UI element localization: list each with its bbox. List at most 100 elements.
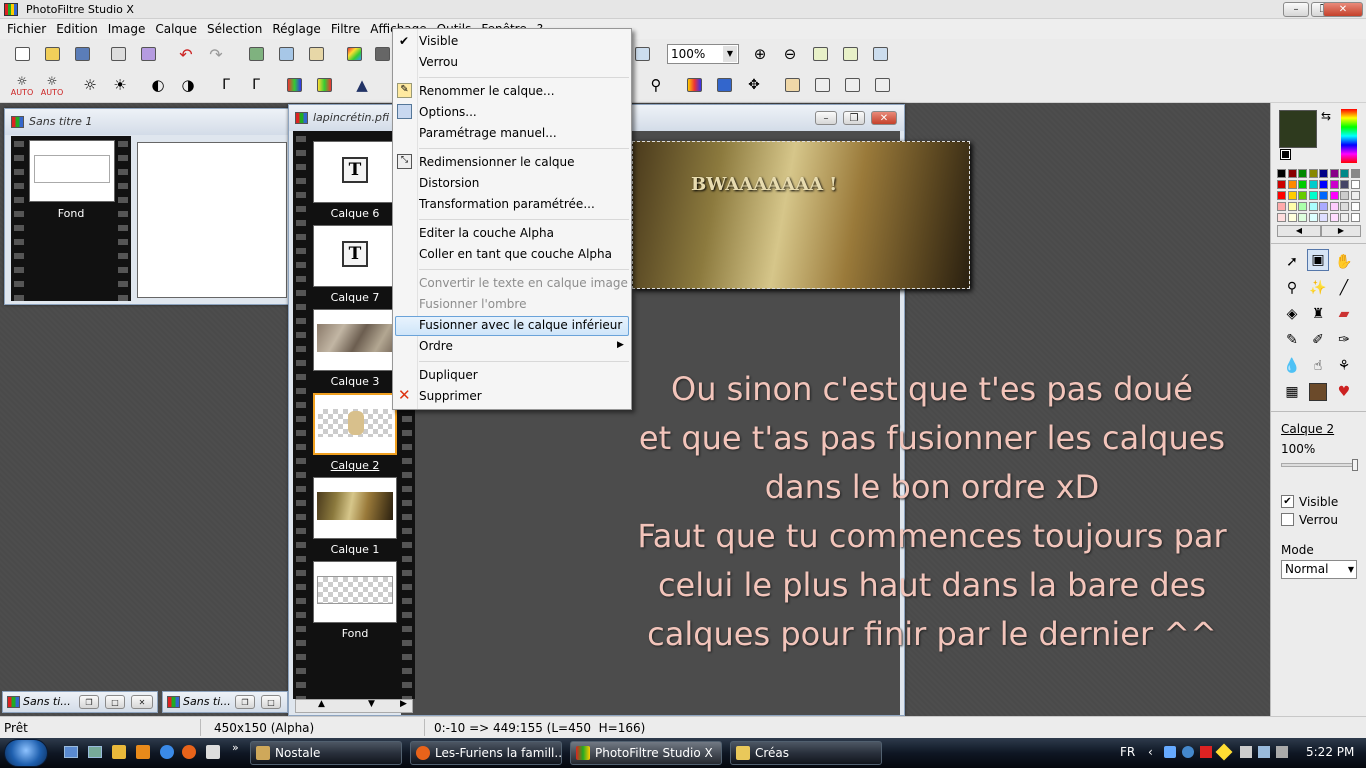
- palette-swatch[interactable]: [1350, 180, 1360, 189]
- menu-item-merge-down[interactable]: Fusionner avec le calque inférieur: [419, 318, 622, 332]
- texture-icon[interactable]: ✥: [742, 74, 766, 96]
- ie-icon[interactable]: [160, 745, 174, 759]
- canvas-image[interactable]: BWAAAAAAA !: [632, 141, 970, 289]
- rotate-right-icon[interactable]: [870, 74, 894, 96]
- layer-label-calque-6[interactable]: Calque 6: [313, 207, 397, 220]
- image-paste-icon[interactable]: [304, 43, 328, 65]
- media-player-icon[interactable]: [136, 745, 150, 759]
- flip-horizontal-icon[interactable]: [780, 74, 804, 96]
- tray-volume-icon[interactable]: [1276, 746, 1288, 758]
- palette-swatch[interactable]: [1287, 213, 1297, 222]
- task-firefox[interactable]: Les-Furiens la famill...: [410, 741, 562, 765]
- maximize-icon[interactable]: □: [261, 695, 281, 709]
- palette-swatch[interactable]: [1298, 169, 1307, 178]
- palette-swatch[interactable]: [1308, 169, 1318, 178]
- menu-item-visible[interactable]: Visible: [419, 34, 458, 48]
- menu-item-rename[interactable]: Renommer le calque...: [419, 84, 555, 98]
- palette-swatch[interactable]: [1329, 202, 1339, 211]
- layer-label-calque-3[interactable]: Calque 3: [313, 375, 397, 388]
- opacity-slider[interactable]: [1281, 459, 1358, 471]
- layer-label-fond[interactable]: Fond: [313, 627, 397, 640]
- window-icon[interactable]: [630, 43, 654, 65]
- blend-mode-select[interactable]: Normal ▼: [1281, 560, 1357, 579]
- scroll-down-icon[interactable]: ▼: [368, 699, 375, 709]
- document-window-sans-titre[interactable]: Sans titre 1 Fond: [4, 108, 290, 305]
- print-icon[interactable]: [106, 43, 130, 65]
- pencil-tool-icon[interactable]: ✎: [1281, 329, 1303, 351]
- start-button[interactable]: [4, 739, 48, 767]
- minimize-button[interactable]: –: [1283, 2, 1309, 17]
- palette-swatch[interactable]: [1340, 202, 1349, 211]
- sharpen-icon[interactable]: ▲: [350, 74, 374, 96]
- palette-swatch[interactable]: [1298, 202, 1307, 211]
- palette-prev-button[interactable]: ◀: [1277, 225, 1321, 237]
- menu-reglage[interactable]: Réglage: [267, 19, 326, 39]
- menu-item-options[interactable]: Options...: [419, 105, 477, 119]
- swap-colors-icon[interactable]: ⇆: [1321, 109, 1331, 123]
- language-indicator[interactable]: FR: [1120, 745, 1135, 759]
- grid-icon[interactable]: [370, 43, 394, 65]
- menu-item-parametric-transform[interactable]: Transformation paramétrée...: [419, 197, 595, 211]
- menu-item-order[interactable]: Ordre: [419, 339, 453, 353]
- image-icon[interactable]: [244, 43, 268, 65]
- layer-label-calque-7[interactable]: Calque 7: [313, 291, 397, 304]
- close-icon[interactable]: ✕: [131, 695, 153, 709]
- palette-swatch[interactable]: [1329, 169, 1339, 178]
- line-tool-icon[interactable]: ╱: [1333, 277, 1355, 299]
- scan-icon[interactable]: [136, 43, 160, 65]
- firefox-icon[interactable]: [182, 745, 196, 759]
- palette-swatch[interactable]: [1287, 180, 1297, 189]
- palette-swatch[interactable]: [1277, 169, 1286, 178]
- tray-network2-icon[interactable]: [1258, 746, 1270, 758]
- menu-item-duplicate[interactable]: Dupliquer: [419, 368, 478, 382]
- palette-swatch[interactable]: [1350, 213, 1360, 222]
- more-icon[interactable]: »: [232, 741, 239, 754]
- hue-bar[interactable]: [1341, 109, 1357, 163]
- palette-swatch[interactable]: [1308, 202, 1318, 211]
- pointer-tool-icon[interactable]: ➚: [1281, 251, 1303, 273]
- menu-image[interactable]: Image: [103, 19, 151, 39]
- actual-size-icon[interactable]: [838, 43, 862, 65]
- layer-label-calque-1[interactable]: Calque 1: [313, 543, 397, 556]
- restore-icon[interactable]: ❐: [79, 695, 99, 709]
- zoom-out-icon[interactable]: ⊖: [778, 43, 802, 65]
- undo-icon[interactable]: ↶: [174, 43, 198, 65]
- palette-swatch[interactable]: [1308, 191, 1318, 200]
- scroll-up-icon[interactable]: ▲: [318, 699, 325, 709]
- palette-next-button[interactable]: ▶: [1321, 225, 1361, 237]
- scroll-right-icon[interactable]: ▶: [400, 699, 407, 709]
- palette-swatch[interactable]: [1308, 213, 1318, 222]
- mail-icon[interactable]: [206, 745, 220, 759]
- palette-swatch[interactable]: [1319, 202, 1328, 211]
- close-button[interactable]: ✕: [1323, 2, 1363, 17]
- open-folder-icon[interactable]: [40, 43, 64, 65]
- quicklaunch-icon[interactable]: [112, 745, 126, 759]
- palette-swatch[interactable]: [1329, 191, 1339, 200]
- menu-calque[interactable]: Calque: [150, 19, 202, 39]
- palette-swatch[interactable]: [1340, 180, 1349, 189]
- visible-checkbox[interactable]: ✔: [1281, 495, 1294, 508]
- auto-contrast-button[interactable]: ☼ AUTO: [40, 74, 64, 97]
- palette-swatch[interactable]: [1350, 169, 1360, 178]
- palette-swatch[interactable]: [1277, 180, 1286, 189]
- palette-swatch[interactable]: [1319, 169, 1328, 178]
- palette-swatch[interactable]: [1319, 213, 1328, 222]
- foreground-color-swatch[interactable]: [1279, 110, 1317, 148]
- palette-swatch[interactable]: [1319, 191, 1328, 200]
- palette-swatch[interactable]: [1308, 180, 1318, 189]
- brightness-down-icon[interactable]: ☼: [78, 74, 102, 96]
- portrait-tool-icon[interactable]: [1309, 383, 1327, 401]
- document-title-bar[interactable]: Sans titre 1: [5, 109, 289, 135]
- menu-edition[interactable]: Edition: [51, 19, 103, 39]
- auto-levels-button[interactable]: ☼ AUTO: [10, 74, 34, 97]
- gamma-down-icon[interactable]: Γ: [214, 74, 238, 96]
- task-nostale[interactable]: Nostale: [250, 741, 402, 765]
- menu-item-resize-layer[interactable]: Redimensionner le calque: [419, 155, 575, 169]
- menu-item-delete[interactable]: Supprimer: [419, 389, 482, 403]
- layer-label-calque-2[interactable]: Calque 2: [313, 459, 397, 472]
- layer-label-fond[interactable]: Fond: [29, 207, 113, 220]
- dropper-icon[interactable]: ⚲: [644, 74, 668, 96]
- palette-swatch[interactable]: [1329, 180, 1339, 189]
- fill-tool-icon[interactable]: ◈: [1281, 303, 1303, 325]
- show-desktop-icon[interactable]: [64, 746, 78, 758]
